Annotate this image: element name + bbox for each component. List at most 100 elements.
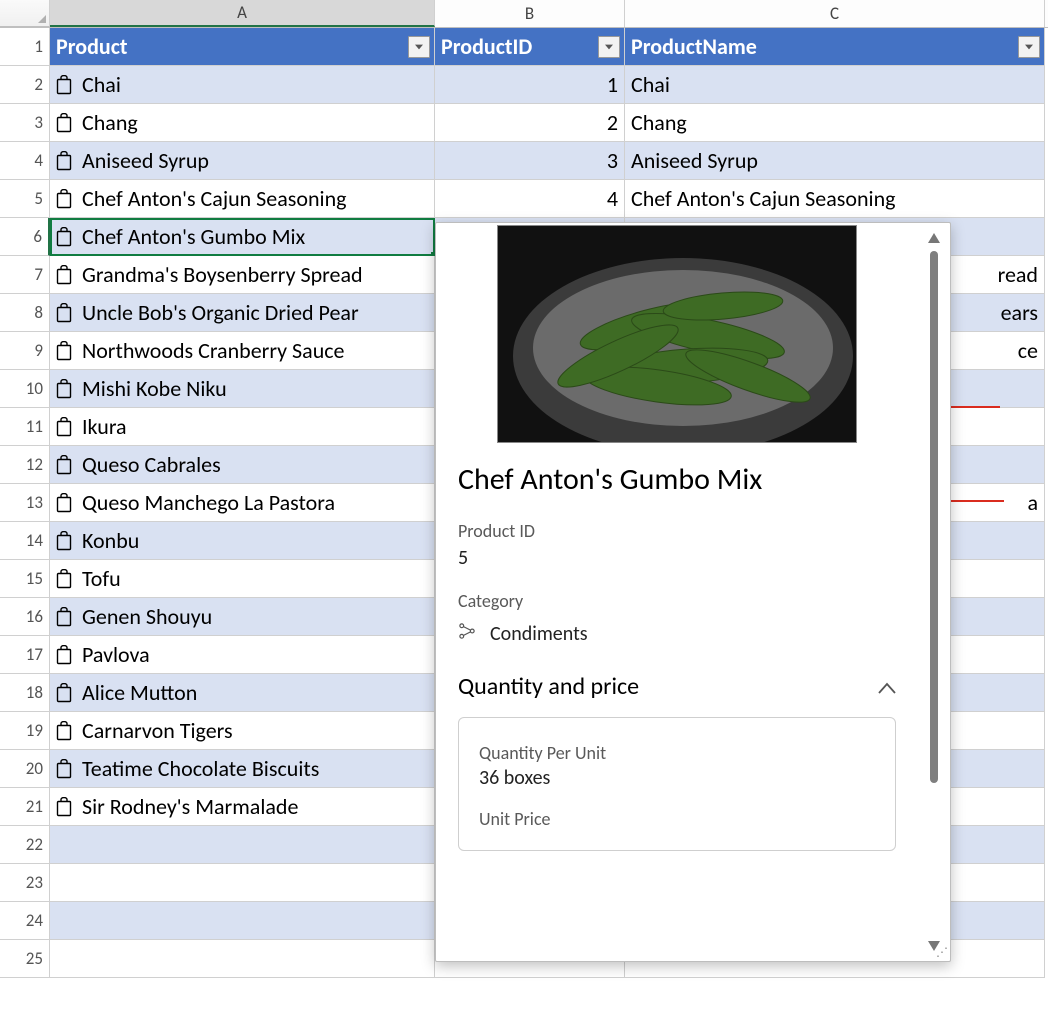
row-header[interactable]: 7 [0, 256, 50, 294]
cell-product[interactable]: Genen Shouyu [50, 598, 435, 636]
select-all-corner[interactable] [0, 0, 50, 27]
card-scrollbar[interactable] [924, 229, 944, 955]
row-header[interactable]: 5 [0, 180, 50, 218]
row-header[interactable]: 18 [0, 674, 50, 712]
scroll-thumb[interactable] [930, 251, 938, 783]
cell-product-text: Tofu [82, 565, 121, 592]
data-type-icon [56, 265, 74, 285]
cell-product[interactable]: Chang [50, 104, 435, 142]
row-header[interactable]: 17 [0, 636, 50, 674]
row-header[interactable]: 4 [0, 142, 50, 180]
data-type-icon [56, 303, 74, 323]
row-header[interactable]: 14 [0, 522, 50, 560]
data-type-icon [56, 189, 74, 209]
cell-product[interactable] [50, 902, 435, 940]
cell-product-text: Northwoods Cranberry Sauce [82, 337, 345, 364]
col-header-b[interactable]: B [435, 0, 625, 27]
filter-button-productid[interactable] [598, 36, 620, 58]
cell-productid[interactable]: 4 [435, 180, 625, 218]
data-type-icon [56, 113, 74, 133]
cell-productname[interactable]: Aniseed Syrup [625, 142, 1045, 180]
cell-product-text: Chai [82, 71, 121, 98]
row-header[interactable]: 10 [0, 370, 50, 408]
data-type-icon [56, 759, 74, 779]
row-header[interactable]: 12 [0, 446, 50, 484]
collapse-icon[interactable] [878, 672, 896, 701]
cell-product[interactable]: Queso Cabrales [50, 446, 435, 484]
cell-product[interactable]: Queso Manchego La Pastora [50, 484, 435, 522]
cell-product[interactable]: Northwoods Cranberry Sauce [50, 332, 435, 370]
cell-product[interactable]: Carnarvon Tigers [50, 712, 435, 750]
column-headers: A B C [0, 0, 1048, 28]
row-header[interactable]: 2 [0, 66, 50, 104]
card-section-title: Quantity and price [458, 672, 639, 701]
header-productid[interactable]: ProductID [435, 28, 625, 66]
row-header[interactable]: 6 [0, 218, 50, 256]
cell-product-text: Chef Anton's Gumbo Mix [82, 223, 305, 250]
col-header-a[interactable]: A [50, 0, 435, 27]
cell-product-text: Chang [82, 109, 138, 136]
row-header[interactable]: 11 [0, 408, 50, 446]
cell-productname[interactable]: Chang [625, 104, 1045, 142]
cell-product-text: Carnarvon Tigers [82, 717, 233, 744]
card-productid-value: 5 [458, 546, 896, 570]
cell-product[interactable]: Uncle Bob's Organic Dried Pear [50, 294, 435, 332]
cell-product[interactable]: Konbu [50, 522, 435, 560]
cell-product[interactable]: Aniseed Syrup [50, 142, 435, 180]
row-header[interactable]: 15 [0, 560, 50, 598]
cell-product[interactable]: Teatime Chocolate Biscuits [50, 750, 435, 788]
row-header[interactable]: 24 [0, 902, 50, 940]
row-header[interactable]: 16 [0, 598, 50, 636]
scroll-down-icon[interactable] [925, 937, 943, 955]
cell-product-text: Queso Manchego La Pastora [82, 489, 335, 516]
header-productname[interactable]: ProductName [625, 28, 1045, 66]
data-type-icon [56, 341, 74, 361]
cell-productid[interactable]: 2 [435, 104, 625, 142]
row-header[interactable]: 21 [0, 788, 50, 826]
row-header[interactable]: 23 [0, 864, 50, 902]
cell-productname[interactable]: Chai [625, 66, 1045, 104]
scroll-up-icon[interactable] [925, 229, 943, 247]
row-header[interactable]: 20 [0, 750, 50, 788]
row-header[interactable]: 8 [0, 294, 50, 332]
header-productname-label: ProductName [631, 33, 757, 60]
row-header[interactable]: 19 [0, 712, 50, 750]
filter-button-product[interactable] [408, 36, 430, 58]
cell-product[interactable]: Alice Mutton [50, 674, 435, 712]
data-type-icon [56, 607, 74, 627]
filter-button-productname[interactable] [1018, 36, 1040, 58]
cell-product[interactable]: Pavlova [50, 636, 435, 674]
cell-productid[interactable]: 1 [435, 66, 625, 104]
row-header[interactable]: 13 [0, 484, 50, 522]
row-header[interactable]: 22 [0, 826, 50, 864]
card-category-value[interactable]: Condiments [490, 622, 588, 646]
cell-product[interactable] [50, 940, 435, 978]
cell-product[interactable]: Chai [50, 66, 435, 104]
row-header[interactable]: 1 [0, 28, 50, 66]
cell-product[interactable] [50, 864, 435, 902]
data-type-icon [56, 75, 74, 95]
col-header-c[interactable]: C [625, 0, 1045, 27]
cell-product-text: Sir Rodney's Marmalade [82, 793, 298, 820]
cell-product[interactable]: Grandma's Boysenberry Spread [50, 256, 435, 294]
data-type-icon [56, 797, 74, 817]
cell-product[interactable]: Chef Anton's Gumbo Mix [50, 218, 435, 256]
row-header[interactable]: 25 [0, 940, 50, 978]
header-product[interactable]: Product [50, 28, 435, 66]
row-header[interactable]: 9 [0, 332, 50, 370]
header-product-label: Product [56, 33, 128, 60]
cell-product[interactable]: Ikura [50, 408, 435, 446]
cell-productid[interactable]: 3 [435, 142, 625, 180]
cell-productname[interactable]: Chef Anton's Cajun Seasoning [625, 180, 1045, 218]
cell-product[interactable]: Mishi Kobe Niku [50, 370, 435, 408]
cell-product[interactable]: Tofu [50, 560, 435, 598]
qpu-label: Quantity Per Unit [479, 742, 875, 764]
data-type-icon [56, 531, 74, 551]
card-productid-label: Product ID [458, 520, 896, 542]
linked-entity-icon [458, 619, 476, 646]
qpu-value: 36 boxes [479, 766, 875, 790]
cell-product[interactable]: Sir Rodney's Marmalade [50, 788, 435, 826]
cell-product[interactable] [50, 826, 435, 864]
row-header[interactable]: 3 [0, 104, 50, 142]
cell-product[interactable]: Chef Anton's Cajun Seasoning [50, 180, 435, 218]
